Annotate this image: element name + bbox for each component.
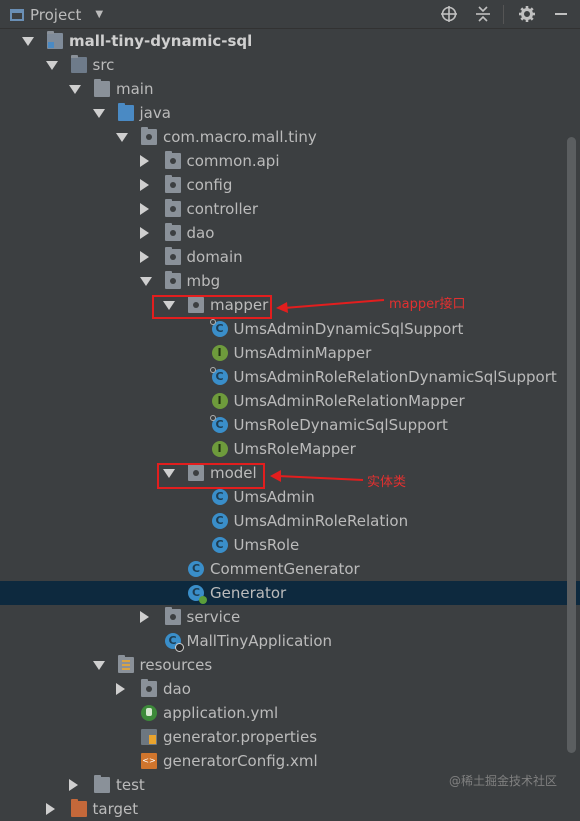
model-annotation: 实体类 — [367, 475, 407, 490]
watermark: @稀土掘金技术社区 — [449, 774, 558, 788]
mapper-arrow — [283, 299, 385, 309]
model-arrowhead — [270, 470, 281, 482]
model-arrow — [277, 475, 364, 481]
annotation-arrows — [270, 299, 385, 482]
mapper-arrowhead — [276, 302, 288, 313]
mapper-annotation: mapper接口 — [389, 297, 466, 312]
